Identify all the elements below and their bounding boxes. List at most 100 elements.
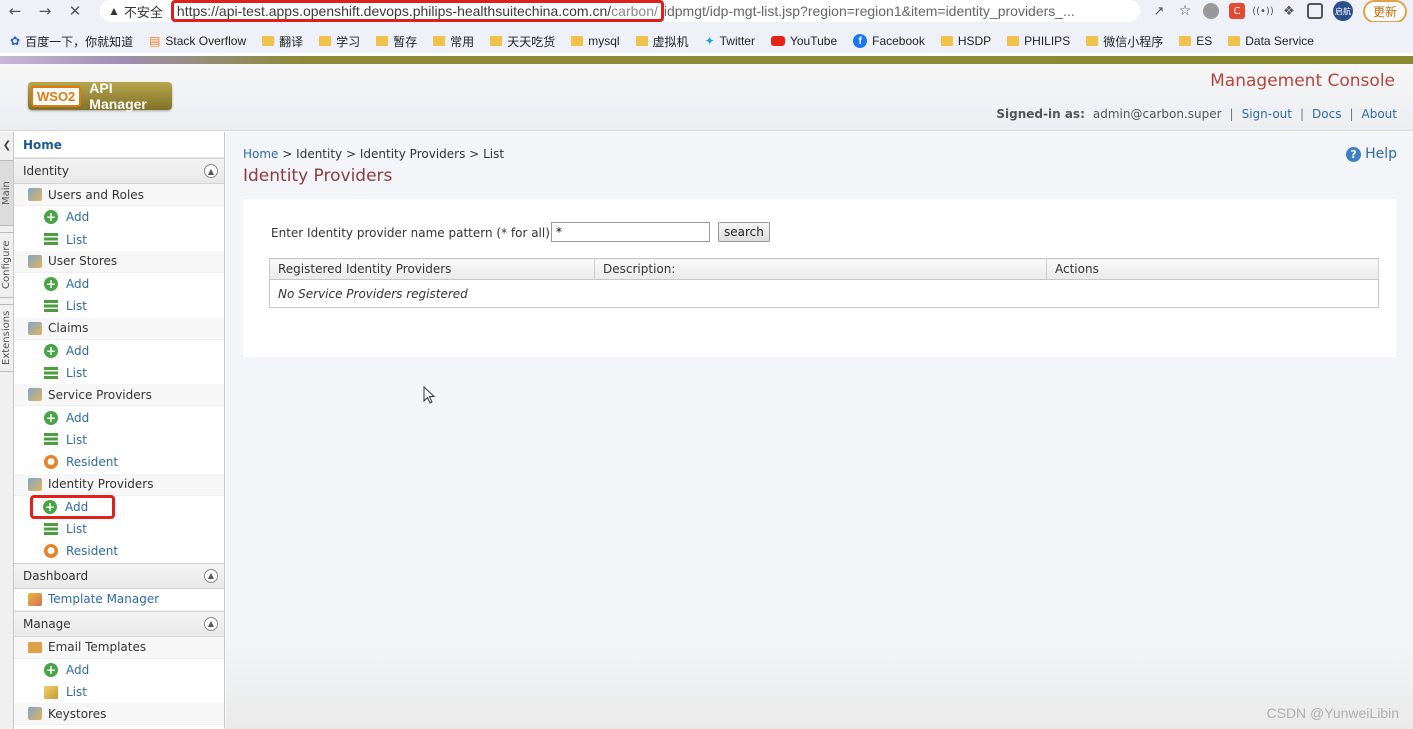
bookmark-folder[interactable]: 虚拟机	[635, 33, 689, 50]
users-roles-list[interactable]: List	[14, 228, 224, 250]
search-label: Enter Identity provider name pattern (* …	[271, 226, 550, 240]
group-identity-providers: Identity Providers	[14, 473, 224, 496]
logo-product: API Manager	[89, 80, 147, 112]
puzzle-icon[interactable]: ❖	[1281, 3, 1297, 19]
about-link[interactable]: About	[1362, 107, 1397, 121]
help-icon: ?	[1346, 146, 1362, 162]
claims-list[interactable]: List	[14, 362, 224, 384]
help-link[interactable]: ? Help	[1346, 146, 1397, 162]
docs-link[interactable]: Docs	[1312, 107, 1341, 121]
breadcrumb-identity-providers: Identity Providers	[359, 147, 466, 161]
service-providers-list[interactable]: List	[14, 429, 224, 451]
bookmark-youtube[interactable]: YouTube	[770, 34, 837, 48]
bookmark-folder[interactable]: Data Service	[1228, 34, 1314, 48]
email-templates-add[interactable]: + Add	[14, 659, 224, 681]
collapse-left-icon[interactable]: ❮	[1, 138, 13, 152]
facebook-icon: f	[853, 34, 868, 48]
bookmark-folder[interactable]: 常用	[433, 33, 474, 50]
bookmark-folder[interactable]: 翻译	[262, 33, 303, 50]
template-manager[interactable]: Template Manager	[14, 588, 224, 611]
youtube-icon	[770, 36, 785, 46]
star-icon[interactable]: ☆	[1177, 3, 1193, 19]
table-row: No Service Providers registered	[270, 280, 1379, 308]
users-icon	[28, 188, 42, 201]
email-icon	[28, 641, 42, 653]
identity-providers-add[interactable]: + Add	[14, 494, 224, 519]
bookmark-stackoverflow[interactable]: ▤ Stack Overflow	[149, 34, 246, 48]
search-button[interactable]: search	[718, 222, 770, 242]
bookmark-baidu[interactable]: ✿ 百度一下，你就知道	[10, 33, 133, 50]
sidepanel-icon[interactable]	[1306, 3, 1323, 19]
bookmark-facebook[interactable]: f Facebook	[853, 34, 925, 48]
group-user-stores: User Stores	[14, 250, 224, 273]
column-header: Registered Identity Providers	[269, 258, 595, 280]
tab-main[interactable]: Main	[0, 160, 13, 226]
add-icon: +	[44, 410, 58, 425]
bookmark-folder[interactable]: 暂存	[376, 33, 417, 50]
tab-configure[interactable]: Configure	[0, 232, 13, 298]
email-templates-list[interactable]: List	[14, 681, 224, 703]
url-highlight-box: https://api-test.apps.openshift.devops.p…	[170, 0, 664, 22]
add-icon: +	[44, 662, 58, 677]
users-roles-add[interactable]: + Add	[14, 206, 224, 228]
keystore-icon	[28, 707, 42, 721]
bookmark-folder[interactable]: 天天吃货	[490, 33, 555, 50]
folder-icon	[433, 36, 446, 46]
forward-arrow-icon[interactable]: →	[34, 0, 56, 22]
breadcrumb-home[interactable]: Home	[243, 147, 278, 161]
list-icon	[44, 299, 58, 313]
paw-icon: ✿	[10, 34, 21, 48]
folder-icon	[376, 36, 389, 46]
bookmark-folder[interactable]: 微信小程序	[1086, 33, 1163, 50]
bookmark-folder[interactable]: mysql	[571, 34, 620, 48]
app-header: WSO2 API Manager Management Console Sign…	[0, 64, 1413, 131]
list-icon	[44, 233, 58, 247]
collapse-up-icon[interactable]: ▲	[204, 164, 218, 178]
user-bar: Signed-in as: admin@carbon.super | Sign-…	[996, 107, 1397, 121]
sign-out-link[interactable]: Sign-out	[1242, 107, 1292, 121]
service-providers-add[interactable]: + Add	[14, 406, 224, 428]
collapse-up-icon[interactable]: ▲	[204, 616, 218, 631]
resident-icon: ●	[44, 455, 58, 470]
search-input[interactable]	[551, 222, 710, 242]
stop-loading-icon[interactable]: ✕	[64, 0, 86, 22]
back-arrow-icon[interactable]: ←	[4, 0, 26, 22]
address-bar[interactable]: ▲ 不安全 https://api-test.apps.openshift.de…	[100, 0, 1140, 22]
bookmark-folder[interactable]: 学习	[319, 33, 360, 50]
wso2-logo[interactable]: WSO2 API Manager	[28, 80, 172, 112]
tab-extensions[interactable]: Extensions	[0, 304, 13, 372]
page-title: Identity Providers	[243, 166, 393, 186]
collapse-up-icon[interactable]: ▲	[204, 568, 218, 583]
user-stores-add[interactable]: + Add	[14, 273, 224, 295]
user-stores-list[interactable]: List	[14, 295, 224, 317]
extension-circle-icon[interactable]	[1202, 3, 1219, 19]
extension-red-icon[interactable]: C	[1228, 3, 1245, 19]
service-providers-resident[interactable]: ● Resident	[14, 451, 224, 473]
bookmark-twitter[interactable]: ✦ Twitter	[705, 34, 755, 48]
console-title: Management Console	[1210, 71, 1395, 91]
highlight-box: + Add	[30, 494, 116, 519]
bookmark-folder[interactable]: PHILIPS	[1007, 34, 1070, 48]
section-manage[interactable]: Manage ▲	[14, 610, 224, 637]
column-header: Description:	[594, 258, 1047, 280]
folder-icon	[635, 36, 648, 46]
share-icon[interactable]: ↗	[1151, 3, 1167, 19]
bookmark-folder[interactable]: HSDP	[940, 34, 991, 48]
update-button[interactable]: 更新	[1362, 0, 1407, 23]
bookmark-folder[interactable]: ES	[1179, 34, 1212, 48]
list-icon	[44, 522, 58, 536]
list-icon	[44, 433, 58, 447]
identity-providers-list[interactable]: List	[14, 518, 224, 540]
section-identity[interactable]: Identity ▲	[14, 158, 224, 184]
user-stores-icon	[28, 254, 42, 268]
add-icon: +	[44, 276, 58, 291]
identity-providers-resident[interactable]: ● Resident	[14, 540, 224, 562]
claims-add[interactable]: + Add	[14, 340, 224, 362]
group-service-providers: Service Providers	[14, 384, 224, 407]
sidebar-home[interactable]: Home	[14, 132, 224, 158]
section-dashboard[interactable]: Dashboard ▲	[14, 562, 224, 589]
avatar[interactable]: 启航	[1332, 1, 1353, 21]
list-edit-icon	[44, 685, 58, 699]
service-providers-icon	[28, 388, 42, 402]
extension-wave-icon[interactable]: ((•))	[1252, 3, 1274, 19]
